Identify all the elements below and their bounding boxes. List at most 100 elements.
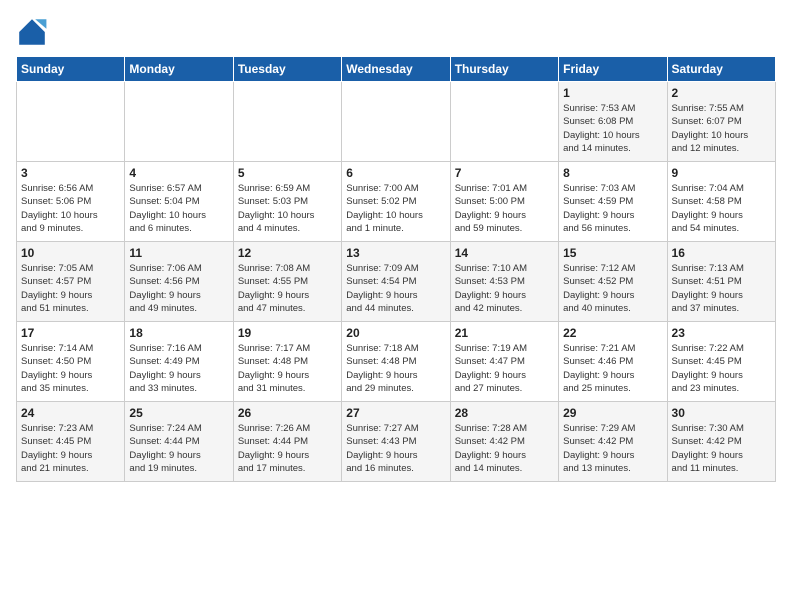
day-number: 26 [238,406,337,420]
calendar-cell: 4 Sunrise: 6:57 AM Sunset: 5:04 PM Daylig… [125,162,233,242]
calendar-cell: 20 Sunrise: 7:18 AM Sunset: 4:48 PM Dayli… [342,322,450,402]
column-header-sunday: Sunday [17,57,125,82]
calendar-cell: 1 Sunrise: 7:53 AM Sunset: 6:08 PM Daylig… [559,82,667,162]
day-info: Sunrise: 7:26 AM Sunset: 4:44 PM Dayligh… [238,422,337,475]
calendar-week-1: 1 Sunrise: 7:53 AM Sunset: 6:08 PM Daylig… [17,82,776,162]
day-number: 23 [672,326,771,340]
calendar-cell: 22Sunrise: 7:21 AM Sunset: 4:46 PM Dayli… [559,322,667,402]
day-number: 9 [672,166,771,180]
day-info: Sunrise: 6:57 AM Sunset: 5:04 PM Dayligh… [129,182,228,235]
day-number: 16 [672,246,771,260]
day-number: 13 [346,246,445,260]
day-number: 15 [563,246,662,260]
calendar-cell: 3 Sunrise: 6:56 AM Sunset: 5:06 PM Daylig… [17,162,125,242]
day-info: Sunrise: 7:24 AM Sunset: 4:44 PM Dayligh… [129,422,228,475]
day-info: Sunrise: 7:29 AM Sunset: 4:42 PM Dayligh… [563,422,662,475]
day-number: 8 [563,166,662,180]
day-info: Sunrise: 7:28 AM Sunset: 4:42 PM Dayligh… [455,422,554,475]
day-info: Sunrise: 7:27 AM Sunset: 4:43 PM Dayligh… [346,422,445,475]
day-info: Sunrise: 7:23 AM Sunset: 4:45 PM Dayligh… [21,422,120,475]
day-number: 7 [455,166,554,180]
calendar-cell: 21 Sunrise: 7:19 AM Sunset: 4:47 PM Dayli… [450,322,558,402]
day-number: 6 [346,166,445,180]
calendar-cell: 29 Sunrise: 7:29 AM Sunset: 4:42 PM Dayli… [559,402,667,482]
day-info: Sunrise: 7:14 AM Sunset: 4:50 PM Dayligh… [21,342,120,395]
day-info: Sunrise: 7:08 AM Sunset: 4:55 PM Dayligh… [238,262,337,315]
column-header-wednesday: Wednesday [342,57,450,82]
day-number: 21 [455,326,554,340]
calendar-cell: 8 Sunrise: 7:03 AM Sunset: 4:59 PM Daylig… [559,162,667,242]
page-header [16,16,776,48]
logo [16,16,52,48]
day-number: 4 [129,166,228,180]
calendar-cell: 30 Sunrise: 7:30 AM Sunset: 4:42 PM Dayli… [667,402,775,482]
column-header-monday: Monday [125,57,233,82]
calendar-cell [342,82,450,162]
day-info: Sunrise: 7:55 AM Sunset: 6:07 PM Dayligh… [672,102,771,155]
day-info: Sunrise: 7:53 AM Sunset: 6:08 PM Dayligh… [563,102,662,155]
day-info: Sunrise: 7:18 AM Sunset: 4:48 PM Dayligh… [346,342,445,395]
day-number: 28 [455,406,554,420]
day-number: 12 [238,246,337,260]
calendar-cell: 23 Sunrise: 7:22 AM Sunset: 4:45 PM Dayli… [667,322,775,402]
calendar-cell [233,82,341,162]
day-number: 10 [21,246,120,260]
calendar-cell: 13 Sunrise: 7:09 AM Sunset: 4:54 PM Dayli… [342,242,450,322]
calendar-cell: 7 Sunrise: 7:01 AM Sunset: 5:00 PM Daylig… [450,162,558,242]
day-info: Sunrise: 7:17 AM Sunset: 4:48 PM Dayligh… [238,342,337,395]
day-number: 19 [238,326,337,340]
day-info: Sunrise: 7:09 AM Sunset: 4:54 PM Dayligh… [346,262,445,315]
day-info: Sunrise: 6:56 AM Sunset: 5:06 PM Dayligh… [21,182,120,235]
day-info: Sunrise: 7:30 AM Sunset: 4:42 PM Dayligh… [672,422,771,475]
day-info: Sunrise: 7:06 AM Sunset: 4:56 PM Dayligh… [129,262,228,315]
day-info: Sunrise: 7:05 AM Sunset: 4:57 PM Dayligh… [21,262,120,315]
calendar-week-2: 3 Sunrise: 6:56 AM Sunset: 5:06 PM Daylig… [17,162,776,242]
day-info: Sunrise: 7:12 AM Sunset: 4:52 PM Dayligh… [563,262,662,315]
calendar-cell [450,82,558,162]
day-info: Sunrise: 7:19 AM Sunset: 4:47 PM Dayligh… [455,342,554,395]
column-header-friday: Friday [559,57,667,82]
calendar-table: SundayMondayTuesdayWednesdayThursdayFrid… [16,56,776,482]
calendar-cell: 24 Sunrise: 7:23 AM Sunset: 4:45 PM Dayli… [17,402,125,482]
logo-icon [16,16,48,48]
day-number: 25 [129,406,228,420]
calendar-cell: 19 Sunrise: 7:17 AM Sunset: 4:48 PM Dayli… [233,322,341,402]
day-number: 2 [672,86,771,100]
day-number: 17 [21,326,120,340]
day-number: 1 [563,86,662,100]
calendar-cell: 5 Sunrise: 6:59 AM Sunset: 5:03 PM Daylig… [233,162,341,242]
day-number: 29 [563,406,662,420]
calendar-cell: 9Sunrise: 7:04 AM Sunset: 4:58 PM Daylig… [667,162,775,242]
day-info: Sunrise: 7:10 AM Sunset: 4:53 PM Dayligh… [455,262,554,315]
calendar-cell [125,82,233,162]
day-number: 20 [346,326,445,340]
day-number: 27 [346,406,445,420]
day-info: Sunrise: 7:22 AM Sunset: 4:45 PM Dayligh… [672,342,771,395]
day-number: 3 [21,166,120,180]
day-number: 11 [129,246,228,260]
day-info: Sunrise: 7:03 AM Sunset: 4:59 PM Dayligh… [563,182,662,235]
day-info: Sunrise: 7:01 AM Sunset: 5:00 PM Dayligh… [455,182,554,235]
day-info: Sunrise: 7:00 AM Sunset: 5:02 PM Dayligh… [346,182,445,235]
calendar-week-3: 10 Sunrise: 7:05 AM Sunset: 4:57 PM Dayli… [17,242,776,322]
day-number: 14 [455,246,554,260]
calendar-cell: 11 Sunrise: 7:06 AM Sunset: 4:56 PM Dayli… [125,242,233,322]
column-header-saturday: Saturday [667,57,775,82]
calendar-cell: 2 Sunrise: 7:55 AM Sunset: 6:07 PM Daylig… [667,82,775,162]
calendar-cell: 28 Sunrise: 7:28 AM Sunset: 4:42 PM Dayli… [450,402,558,482]
calendar-cell: 17 Sunrise: 7:14 AM Sunset: 4:50 PM Dayli… [17,322,125,402]
day-info: Sunrise: 7:13 AM Sunset: 4:51 PM Dayligh… [672,262,771,315]
column-header-thursday: Thursday [450,57,558,82]
calendar-week-4: 17 Sunrise: 7:14 AM Sunset: 4:50 PM Dayli… [17,322,776,402]
day-number: 5 [238,166,337,180]
calendar-cell: 10 Sunrise: 7:05 AM Sunset: 4:57 PM Dayli… [17,242,125,322]
day-number: 30 [672,406,771,420]
column-header-tuesday: Tuesday [233,57,341,82]
calendar-cell: 6 Sunrise: 7:00 AM Sunset: 5:02 PM Daylig… [342,162,450,242]
day-number: 24 [21,406,120,420]
day-info: Sunrise: 6:59 AM Sunset: 5:03 PM Dayligh… [238,182,337,235]
calendar-cell: 18Sunrise: 7:16 AM Sunset: 4:49 PM Dayli… [125,322,233,402]
day-info: Sunrise: 7:16 AM Sunset: 4:49 PM Dayligh… [129,342,228,395]
calendar-cell: 16 Sunrise: 7:13 AM Sunset: 4:51 PM Dayli… [667,242,775,322]
calendar-week-5: 24 Sunrise: 7:23 AM Sunset: 4:45 PM Dayli… [17,402,776,482]
